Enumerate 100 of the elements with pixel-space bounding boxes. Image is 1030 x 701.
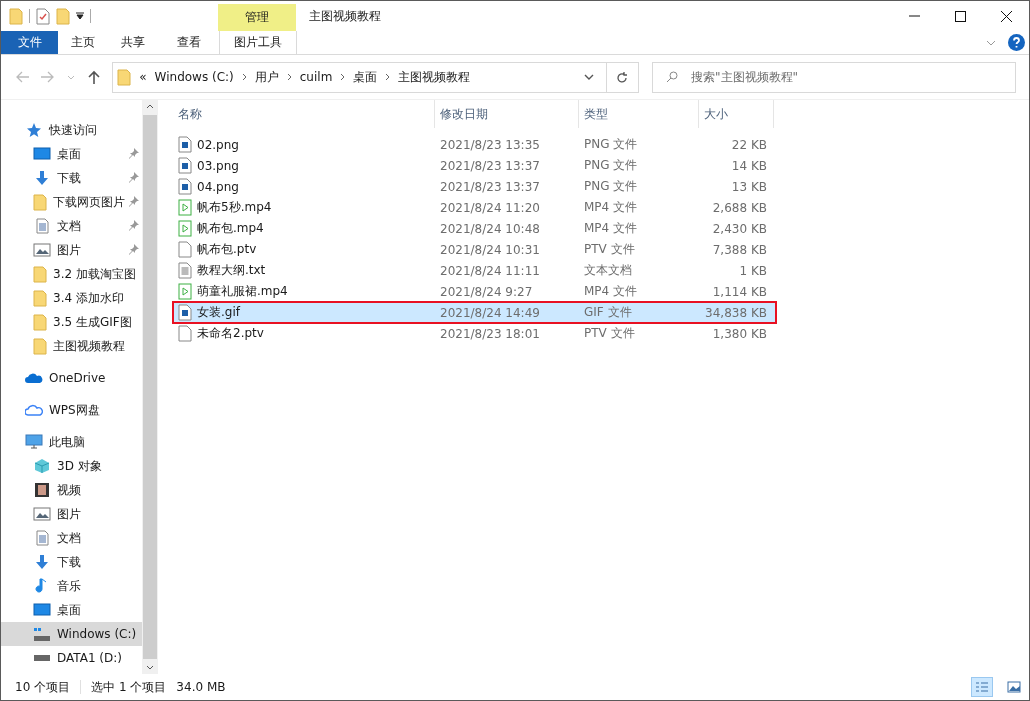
- chevron-down-icon[interactable]: [584, 74, 594, 80]
- type-cell-text: MP4 文件: [583, 199, 639, 216]
- drive-icon: [33, 655, 51, 661]
- file-icon: [178, 241, 192, 258]
- sidebar-item[interactable]: 图片: [1, 238, 142, 262]
- sidebar-item[interactable]: 下载: [1, 550, 142, 574]
- sidebar-item[interactable]: 桌面: [1, 598, 142, 622]
- search-field[interactable]: 搜索"主图视频教程": [652, 61, 1017, 93]
- text-file-icon: [178, 262, 192, 279]
- scroll-down-icon[interactable]: [146, 665, 154, 670]
- sidebar-item[interactable]: 3D 对象: [1, 454, 142, 478]
- folder-icon: [9, 7, 23, 25]
- sidebar-item[interactable]: 快速访问: [1, 118, 142, 142]
- file-row[interactable]: 女装.gif 2021/8/24 14:49 GIF 文件 34,838 KB: [173, 302, 776, 323]
- ribbon-tab[interactable]: 共享: [108, 31, 158, 54]
- window-title: 主图视频教程: [308, 7, 382, 25]
- breadcrumb[interactable]: 桌面: [353, 68, 378, 86]
- sidebar-item[interactable]: 下载网页图片: [1, 190, 142, 214]
- scroll-up-icon[interactable]: [146, 104, 154, 109]
- size-cell-text: 13 KB: [730, 179, 768, 194]
- caret-icon[interactable]: [76, 12, 84, 20]
- file-row[interactable]: 教程大纲.txt 2021/8/24 11:11 文本文档 1 KB: [173, 260, 776, 281]
- star-icon: [25, 122, 43, 138]
- sidebar-item[interactable]: 3.2 加载淘宝图: [1, 262, 142, 286]
- date-cell-text: 2021/8/24 10:48: [439, 221, 541, 236]
- sidebar-item[interactable]: Windows (C:): [1, 622, 142, 646]
- search-icon: [666, 70, 678, 83]
- document-icon: [33, 218, 51, 234]
- size-cell-text: 7,388 KB: [711, 242, 768, 257]
- ribbon-tab[interactable]: 文件: [1, 31, 58, 54]
- breadcrumb[interactable]: 主图视频教程: [398, 68, 471, 86]
- file-name: 帆布包.ptv: [197, 241, 257, 258]
- sidebar-item[interactable]: OneDrive: [1, 366, 142, 390]
- ribbon-tab[interactable]: 查看: [158, 31, 219, 54]
- sidebar-item[interactable]: 图片: [1, 502, 142, 526]
- type-cell-text: PTV 文件: [583, 241, 636, 258]
- column-header[interactable]: 类型: [579, 100, 699, 128]
- column-header[interactable]: 修改日期: [435, 100, 579, 128]
- sidebar-item[interactable]: 此电脑: [1, 430, 142, 454]
- type-cell-text: PNG 文件: [583, 136, 639, 153]
- picture-icon: [33, 506, 51, 522]
- date-cell-text: 2021/8/23 13:37: [439, 158, 541, 173]
- chevron-right-icon[interactable]: [286, 73, 292, 81]
- column-header[interactable]: 名称: [173, 100, 435, 128]
- file-row[interactable]: 帆布包.mp4 2021/8/24 10:48 MP4 文件 2,430 KB: [173, 218, 776, 239]
- address-bar[interactable]: « Windows (C:) 用户 cuilm 桌面 主图视频教程: [112, 61, 639, 93]
- document-icon: [33, 530, 51, 546]
- file-row[interactable]: 04.png 2021/8/23 13:37 PNG 文件 13 KB: [173, 176, 776, 197]
- type-cell-text: GIF 文件: [583, 304, 633, 321]
- date-cell-text: 2021/8/24 11:11: [439, 263, 541, 278]
- breadcrumb[interactable]: cuilm: [299, 70, 333, 84]
- ribbon-tab[interactable]: 图片工具: [219, 31, 297, 54]
- column-header[interactable]: 大小: [699, 100, 774, 128]
- scrollbar[interactable]: [142, 100, 158, 674]
- file-name: 04.png: [197, 179, 239, 194]
- breadcrumb[interactable]: 用户: [254, 68, 279, 86]
- file-row[interactable]: 未命名2.ptv 2021/8/23 18:01 PTV 文件 1,380 KB: [173, 323, 776, 344]
- date-cell-text: 2021/8/24 9:27: [439, 284, 534, 299]
- chevron-right-icon[interactable]: [385, 73, 391, 81]
- scrollbar-thumb[interactable]: [143, 115, 157, 659]
- file-row[interactable]: 03.png 2021/8/23 13:37 PNG 文件 14 KB: [173, 155, 776, 176]
- file-row[interactable]: 萌童礼服裙.mp4 2021/8/24 9:27 MP4 文件 1,114 KB: [173, 281, 776, 302]
- sidebar-item[interactable]: 文档: [1, 214, 142, 238]
- help-icon[interactable]: [1008, 34, 1025, 51]
- ribbon-tab[interactable]: 主页: [58, 31, 108, 54]
- properties-icon[interactable]: [36, 7, 50, 25]
- cloud-icon: [25, 402, 43, 418]
- sidebar-item[interactable]: 3.4 添加水印: [1, 286, 142, 310]
- size-cell-text: 1,380 KB: [711, 326, 768, 341]
- file-row[interactable]: 帆布包.ptv 2021/8/24 10:31 PTV 文件 7,388 KB: [173, 239, 776, 260]
- type-cell-text: PNG 文件: [583, 157, 639, 174]
- folder-icon: [117, 68, 132, 86]
- overflow-chevron[interactable]: «: [139, 70, 147, 84]
- selection-count: 选中 1 个项目: [91, 678, 167, 696]
- chevron-down-icon: [66, 74, 75, 80]
- sidebar-item[interactable]: 下载: [1, 166, 142, 190]
- monitor-icon: [33, 602, 51, 618]
- sidebar-item[interactable]: 视频: [1, 478, 142, 502]
- file-row[interactable]: 帆布5秒.mp4 2021/8/24 11:20 MP4 文件 2,688 KB: [173, 197, 776, 218]
- size-cell-text: 1,114 KB: [711, 284, 768, 299]
- close-icon: [1000, 10, 1012, 22]
- folder-icon: [33, 337, 47, 355]
- type-cell-text: MP4 文件: [583, 220, 639, 237]
- sidebar-item[interactable]: 3.5 生成GIF图: [1, 310, 142, 334]
- item-count: 10 个项目: [15, 678, 71, 696]
- file-name: 未命名2.ptv: [197, 325, 264, 342]
- breadcrumb[interactable]: Windows (C:): [154, 70, 234, 84]
- size-cell-text: 34,838 KB: [704, 305, 768, 320]
- chevron-right-icon[interactable]: [340, 73, 346, 81]
- minimize-icon: [908, 15, 920, 17]
- sidebar-item[interactable]: 桌面: [1, 142, 142, 166]
- sidebar-item[interactable]: 文档: [1, 526, 142, 550]
- sidebar-item[interactable]: 主图视频教程: [1, 334, 142, 358]
- file-name: 萌童礼服裙.mp4: [197, 283, 288, 300]
- chevron-right-icon[interactable]: [241, 73, 247, 81]
- sidebar-item[interactable]: 音乐: [1, 574, 142, 598]
- date-cell-text: 2021/8/24 14:49: [439, 305, 541, 320]
- file-row[interactable]: 02.png 2021/8/23 13:35 PNG 文件 22 KB: [173, 134, 776, 155]
- sidebar-item[interactable]: DATA1 (D:): [1, 646, 142, 670]
- sidebar-item[interactable]: WPS网盘: [1, 398, 142, 422]
